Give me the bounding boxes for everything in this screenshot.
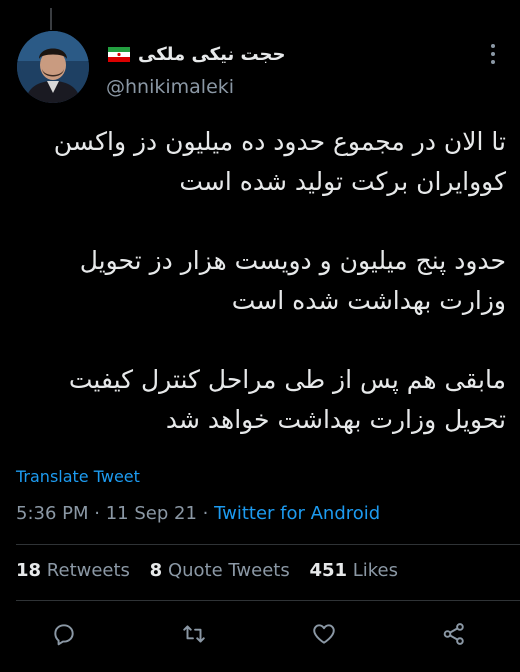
quote-tweets-label: Quote Tweets (167, 560, 290, 581)
thread-connector-line (50, 8, 52, 30)
tweet-metadata: 5:36 PM · 11 Sep 21 · Twitter for Androi… (16, 503, 380, 524)
retweets-label: Retweets (46, 560, 130, 581)
share-button[interactable] (436, 616, 472, 652)
tweet-date: 11 Sep 21 (105, 503, 197, 524)
author-display-name[interactable]: حجت نیکی ملکی (138, 44, 286, 65)
avatar-photo (17, 31, 89, 103)
divider (16, 544, 520, 545)
tweet-actions-bar (0, 616, 520, 652)
likes-stat[interactable]: 451 Likes (309, 560, 398, 581)
avatar[interactable] (17, 31, 89, 103)
retweet-button[interactable] (176, 616, 212, 652)
tweet-source-link[interactable]: Twitter for Android (214, 503, 380, 524)
separator-dot: · (94, 503, 106, 524)
tweet-paragraph: حدود پنج میلیون و دویست هزار دز تحویل وز… (79, 246, 506, 315)
more-options-icon[interactable] (483, 42, 503, 66)
reply-button[interactable] (46, 616, 82, 652)
tweet-paragraph: تا الان در مجموع حدود ده میلیون دز واکسن… (53, 127, 506, 196)
likes-label: Likes (352, 560, 399, 581)
tweet-time: 5:36 PM (16, 503, 89, 524)
like-icon (313, 624, 335, 644)
separator-dot: · (202, 503, 215, 524)
author-name-row: حجت نیکی ملکی (108, 40, 286, 68)
quote-tweets-count: 8 (149, 560, 163, 581)
divider (16, 600, 520, 601)
quote-tweets-stat[interactable]: 8 Quote Tweets (150, 560, 290, 581)
retweets-stat[interactable]: 18 Retweets (16, 560, 130, 581)
retweet-icon (183, 625, 205, 643)
tweet-stats: 18 Retweets 8 Quote Tweets 451 Likes (16, 560, 412, 581)
like-button[interactable] (306, 616, 342, 652)
translate-tweet-link[interactable]: Translate Tweet (16, 467, 140, 486)
reply-icon (54, 624, 74, 646)
iran-flag-icon (108, 46, 130, 62)
tweet-text: تا الان در مجموع حدود ده میلیون دز واکسن… (12, 122, 506, 440)
share-icon (443, 623, 464, 645)
tweet-paragraph: مابقی هم پس از طی مراحل کنترل کیفیت تحوی… (68, 365, 506, 434)
likes-count: 451 (309, 560, 348, 581)
author-handle[interactable]: @hnikimaleki (106, 76, 234, 98)
retweets-count: 18 (16, 560, 42, 581)
